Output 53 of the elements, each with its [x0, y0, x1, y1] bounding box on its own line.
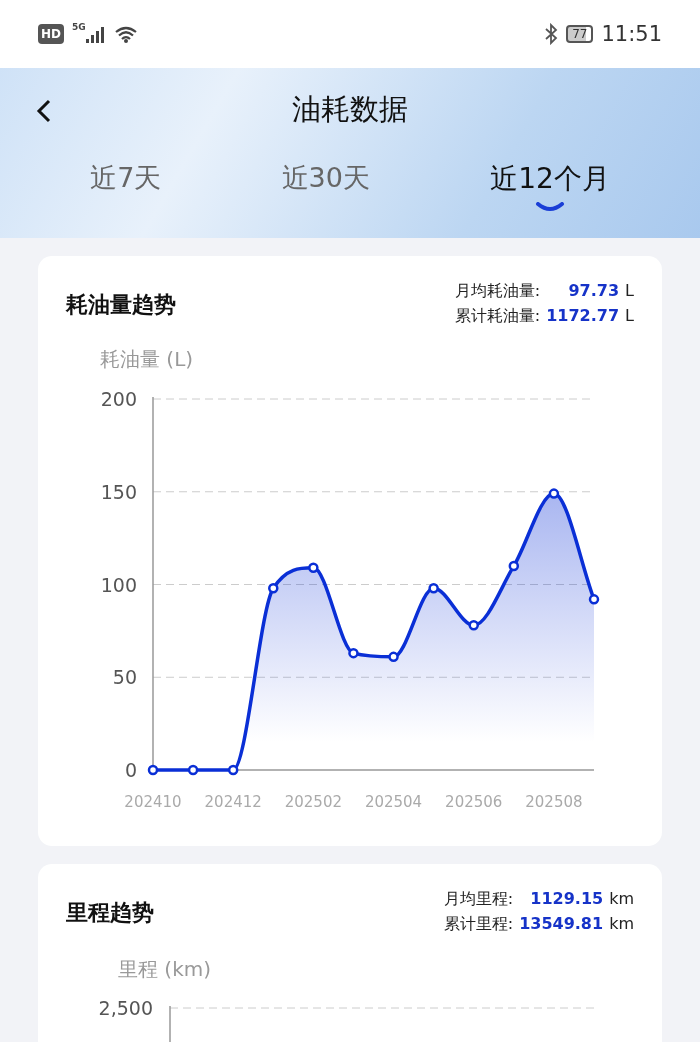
axis-tick: 50 [112, 666, 137, 689]
tab-indicator [535, 202, 565, 212]
clock: 11:51 [601, 22, 662, 46]
stat-label: 累计耗油量: [454, 305, 541, 327]
wifi-icon [113, 25, 138, 43]
data-point [187, 764, 199, 776]
stat-value: 13549.81 [519, 913, 604, 935]
axis-tick: 202508 [525, 793, 583, 811]
data-point [548, 488, 560, 499]
period-tab[interactable]: 近30天 [275, 152, 376, 196]
stat-label: 月均耗油量: [454, 280, 541, 302]
stat-unit: km [609, 913, 634, 935]
data-point [468, 620, 479, 631]
axis-tick: 202412 [204, 793, 262, 811]
stat-label: 累计里程: [443, 913, 514, 935]
bluetooth-icon [544, 23, 559, 45]
hd-badge: HD [38, 24, 64, 44]
period-tab[interactable]: 近7天 [84, 152, 168, 196]
axis-tick: 202506 [445, 793, 503, 811]
data-point [588, 594, 600, 605]
stat-value: 1172.77 [546, 305, 620, 327]
stat-value: 1129.15 [529, 888, 604, 910]
signal-icon [85, 25, 106, 43]
battery-level: 77 [566, 25, 594, 43]
axis-tick: 0 [124, 759, 137, 781]
stat-unit: L [625, 305, 634, 327]
stat-label: 月均里程: [443, 888, 514, 910]
axis-title: 里程 (km) [118, 957, 212, 981]
data-point [508, 560, 520, 572]
stat-unit: L [625, 280, 634, 302]
back-icon[interactable] [36, 98, 52, 124]
card-title: 里程趋势 [66, 899, 154, 927]
page-title: 油耗数据 [292, 91, 408, 128]
data-point [428, 582, 439, 594]
period-tab[interactable]: 近12个月 [484, 152, 616, 198]
data-point [147, 764, 159, 776]
axis-tick: 150 [100, 480, 137, 503]
stat-unit: km [609, 888, 634, 910]
data-point [268, 582, 279, 594]
card-title: 耗油量趋势 [66, 291, 176, 319]
axis-tick: 100 [100, 573, 137, 596]
data-point [308, 562, 319, 574]
data-point [227, 764, 239, 776]
axis-title: 耗油量 (L) [100, 347, 194, 371]
axis-tick: 202502 [284, 793, 342, 811]
data-point [348, 647, 359, 659]
axis-tick: 202504 [364, 793, 423, 811]
stat-value: 97.73 [567, 280, 620, 302]
network-label: 5G [72, 22, 86, 32]
axis-tick: 2,500 [98, 997, 153, 1019]
axis-tick: 200 [100, 388, 137, 410]
axis-tick: 202410 [124, 793, 182, 811]
data-point [388, 651, 399, 663]
